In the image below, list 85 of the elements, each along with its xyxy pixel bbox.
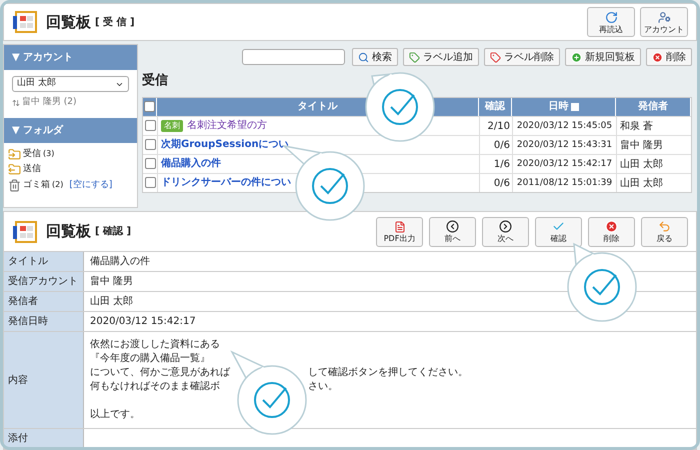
toolbar-button[interactable]: アカウント [640,7,688,37]
field-label: 発信日時 [4,312,84,331]
next-icon [499,220,512,233]
toolbar-button[interactable]: 再読込 [587,7,635,37]
trash-icon [8,178,21,192]
page-subtitle: [ 確認 ] [95,224,132,239]
toolbar-button[interactable]: PDF出力 [376,216,423,246]
field-label: タイトル [4,252,84,271]
message-title-link[interactable]: 名刺注文希望の方 [187,118,267,133]
field-value: さい。 [308,380,338,394]
field-value: 以上です。 [90,408,140,422]
search-icon [358,52,369,62]
table-cell: 畠中 隆男 [616,136,691,154]
field-label: 発信者 [4,292,84,311]
field-value: 『今年度の購入備品一覧』 [90,352,210,366]
toolbar-button[interactable]: 次へ [482,216,529,246]
section-heading: ▼ アカウント [4,45,137,70]
pdf-icon [394,220,406,232]
field-value: 依然にお渡しした資料にある [90,338,220,352]
table-cell: 2020/03/12 15:42:17 [512,154,616,172]
field-value: 何もなければそのまま確認ボ [90,380,221,394]
folder-count: (2) [52,179,64,192]
checkbox[interactable] [144,177,156,188]
empty-trash-link[interactable]: [空にする] [69,178,112,192]
folder-item[interactable]: 受信 [23,148,41,161]
toolbar-button[interactable]: 新規回覧板 [565,48,641,66]
previous-icon [446,220,459,233]
table-cell: 2020/03/12 15:43:31 [512,136,616,154]
table-cell: 2011/08/12 15:01:39 [512,174,616,192]
toolbar-button[interactable]: 確認 [535,216,582,246]
checkbox[interactable] [144,139,156,150]
app-logo-icon [12,220,38,244]
app-logo-icon [12,10,38,34]
table-cell: 和泉 蒼 [616,116,691,134]
message-title-link[interactable]: 次期GroupSessionについ [161,137,289,152]
table-cell: 2/10 [479,116,512,134]
account-name: 畠中 隆男 (2) [22,96,76,109]
field-value: 備品購入の件 [90,254,150,268]
folder-out-icon [8,163,21,176]
field-label: 内容 [4,332,84,428]
page-title: 回覧板 [46,221,91,242]
field-value: して確認ボタンを押してください。 [308,366,468,380]
checkbox[interactable] [144,101,155,112]
field-value: 山田 太郎 [90,294,134,308]
checkbox[interactable] [144,120,156,131]
label-tag: 名刺 [161,120,183,132]
account-select[interactable]: 山田 太郎 [12,76,129,92]
delete-icon [652,52,663,62]
search-field[interactable] [242,49,345,65]
toolbar-button[interactable]: 戻る [641,216,688,246]
message-title-link[interactable]: ドリンクサーバーの件につい [161,175,291,190]
plus-icon [571,52,582,62]
page-title: 回覧板 [46,12,91,33]
toolbar-button[interactable]: 検索 [352,48,398,66]
toolbar-button[interactable]: 前へ [429,216,476,246]
section-heading: ▼ フォルダ [4,118,137,142]
toolbar-button[interactable]: 削除 [646,48,692,66]
user-gear-icon [658,10,670,24]
table-cell: 2020/03/12 15:45:05 [512,116,616,134]
page-subtitle: [ 受 信 ] [95,16,135,30]
toolbar-button[interactable]: ラベル追加 [403,48,479,66]
folder-in-icon [8,148,21,161]
field-label: 受信アカウント [4,272,84,291]
field-value: について、何かご意見があれば [90,366,232,380]
swap-icon [12,98,20,107]
field-value: 2020/03/12 15:42:17 [90,314,196,328]
field-label: 添付 [4,429,84,448]
table-cell: 山田 太郎 [616,174,691,192]
folder-count: (3) [43,148,54,160]
undo-icon [658,220,671,233]
folder-item[interactable]: 送信 [23,163,41,176]
checkbox[interactable] [144,158,156,169]
list-heading: 受信 [142,72,169,90]
sort-icon [570,102,578,110]
field-value: 畠中 隆男 [90,274,134,288]
toolbar-button[interactable]: 削除 [588,216,635,246]
folder-item[interactable]: ゴミ箱 [23,178,50,192]
table-cell: 1/6 [479,154,512,172]
reload-icon [604,10,618,24]
message-title-link[interactable]: 備品購入の件 [161,156,221,171]
table-cell: 0/6 [479,174,512,192]
table-cell: 山田 太郎 [616,154,691,172]
delete-icon [605,220,618,233]
table-cell: 0/6 [479,136,512,154]
toolbar-button[interactable]: ラベル削除 [484,48,560,66]
